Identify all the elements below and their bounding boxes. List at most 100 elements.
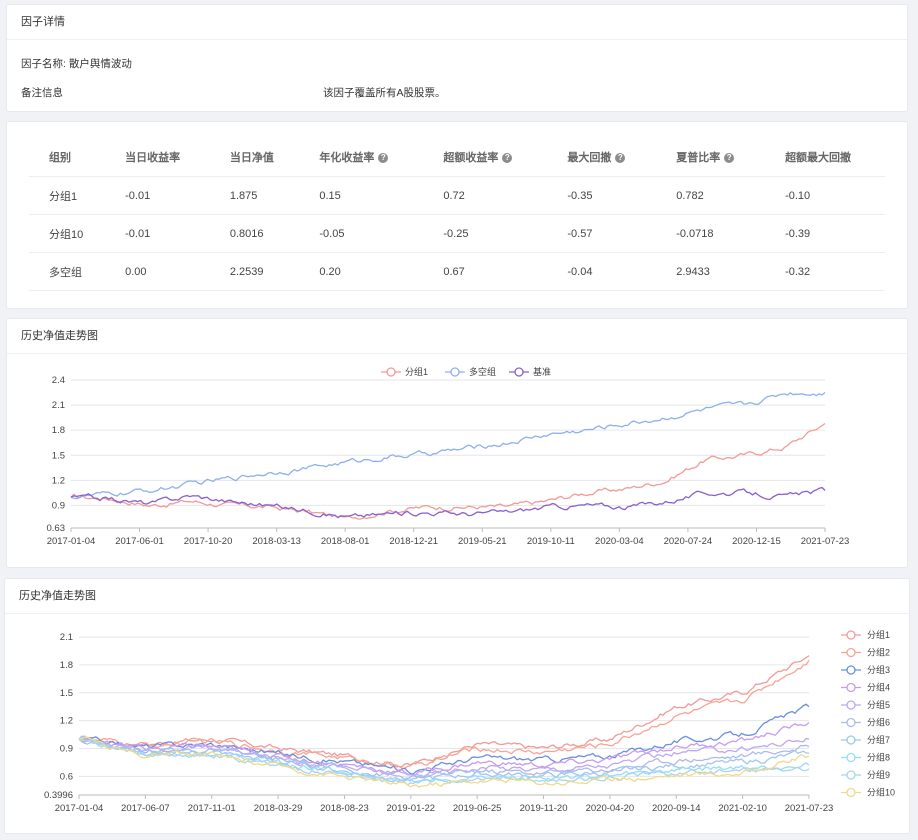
legend-label: 分组8 <box>867 752 890 763</box>
help-icon[interactable]: ? <box>615 153 626 163</box>
legend-item[interactable]: 分组1 <box>841 629 890 640</box>
legend-item[interactable]: 分组8 <box>841 752 890 763</box>
table-cell: -0.01 <box>105 214 210 253</box>
legend-label: 分组2 <box>867 647 890 658</box>
column-header-label: 年化收益率 <box>319 152 375 164</box>
x-tick-label: 2020-09-14 <box>652 803 701 814</box>
legend-label: 分组1 <box>405 366 428 377</box>
y-tick-label: 1.8 <box>52 425 65 436</box>
legend-label: 分组5 <box>867 699 890 710</box>
y-tick-label: 2.1 <box>52 400 65 411</box>
y-tick-label: 1.5 <box>52 450 65 461</box>
table-cell: 0.8016 <box>209 214 300 253</box>
table-cell: 0.00 <box>105 252 210 291</box>
table-cell: -0.32 <box>765 252 885 291</box>
legend-item[interactable]: 分组7 <box>841 734 890 745</box>
x-tick-label: 2018-12-21 <box>389 536 438 547</box>
help-icon[interactable]: ? <box>502 153 513 163</box>
x-tick-label: 2019-10-11 <box>527 536 575 547</box>
table-cell: 多空组 <box>29 252 106 291</box>
table-cell: -0.10 <box>765 176 885 215</box>
legend-label: 多空组 <box>469 366 496 377</box>
column-header-label: 组别 <box>49 152 71 164</box>
x-tick-label: 2018-08-23 <box>320 803 369 814</box>
column-header: 最大回撤? <box>547 138 657 177</box>
y-tick-label: 1.8 <box>60 660 73 671</box>
x-tick-label: 2020-04-20 <box>586 803 635 814</box>
table-cell: 0.72 <box>423 176 548 215</box>
column-header: 超额最大回撤 <box>765 138 885 177</box>
y-tick-label: 1.2 <box>60 716 73 727</box>
legend-label: 分组10 <box>867 787 895 798</box>
table-cell: -0.35 <box>547 176 657 215</box>
table-cell: -0.04 <box>547 252 657 291</box>
legend-item[interactable]: 分组3 <box>841 664 890 675</box>
column-header-label: 超额最大回撤 <box>785 152 852 164</box>
x-tick-label: 2018-03-29 <box>254 803 303 814</box>
x-tick-label: 2019-06-25 <box>453 803 502 814</box>
column-header: 当日收益率 <box>105 138 210 177</box>
x-tick-label: 2019-11-20 <box>520 803 568 814</box>
x-tick-label: 2021-07-23 <box>801 536 850 547</box>
legend-item[interactable]: 多空组 <box>445 366 496 377</box>
factor-name-label: 因子名称: <box>21 58 66 70</box>
x-tick-label: 2021-07-23 <box>785 803 834 814</box>
table-cell: 分组10 <box>29 214 106 253</box>
table-cell: -0.57 <box>547 214 657 253</box>
table-row: 分组10 -0.01 0.8016 -0.05 -0.25 -0.57 -0.0718 -0.… <box>29 214 885 253</box>
x-tick-label: 2017-01-04 <box>47 536 96 547</box>
column-header: 年化收益率? <box>299 138 424 177</box>
legend-label: 分组7 <box>867 734 890 745</box>
x-tick-label: 2021-02-10 <box>718 803 767 814</box>
table-cell: 0.782 <box>656 176 766 215</box>
table-cell: 0.20 <box>299 252 424 291</box>
column-header: 组别 <box>29 138 106 177</box>
x-tick-label: 2019-01-22 <box>387 803 436 814</box>
table-cell: -0.01 <box>105 176 210 215</box>
x-tick-label: 2019-05-21 <box>458 536 507 547</box>
legend-label: 分组9 <box>867 769 890 780</box>
details-header: 因子详情 <box>7 5 907 40</box>
legend-label: 分组3 <box>867 664 890 675</box>
table-cell: 分组1 <box>29 176 106 215</box>
factor-name-value: 散户舆情波动 <box>68 58 132 70</box>
legend-item[interactable]: 分组10 <box>841 787 895 798</box>
x-tick-label: 2017-01-04 <box>55 803 104 814</box>
help-icon[interactable]: ? <box>724 153 735 163</box>
nav-chart-1: 2.4 2.1 1.8 1.5 1.2 0.9 0.63 2017-01-04 2017-06-… <box>47 366 850 547</box>
table-row: 分组1 -0.01 1.875 0.15 0.72 -0.35 0.782 -0.10 <box>29 176 885 215</box>
legend-item[interactable]: 分组5 <box>841 699 890 710</box>
legend-item[interactable]: 分组1 <box>381 366 428 377</box>
factor-name-row: 因子名称: 散户舆情波动 <box>21 56 132 71</box>
factor-details-card: 因子详情 因子名称: 散户舆情波动 备注信息 该因子覆盖所有A股股票。 <box>6 4 908 112</box>
x-tick-label: 2018-03-13 <box>252 536 301 547</box>
legend-item[interactable]: 分组6 <box>841 717 890 728</box>
series-line <box>70 391 826 500</box>
legend-item[interactable]: 分组2 <box>841 647 890 658</box>
column-header-label: 超额收益率 <box>443 152 499 164</box>
group-stats-card: 组别 当日收益率 当日净值 年化收益率? 超额收益率? 最大回撤? 夏普比率? 超额最大回撤 … <box>6 121 908 309</box>
y-tick-label: 0.9 <box>52 500 65 511</box>
y-tick-label: 2.1 <box>60 632 73 643</box>
column-header-label: 当日净值 <box>229 152 274 164</box>
column-header: 当日净值 <box>209 138 300 177</box>
x-tick-label: 2018-08-01 <box>321 536 370 547</box>
x-tick-label: 2017-06-01 <box>115 536 164 547</box>
y-tick-label: 0.63 <box>47 523 66 534</box>
table-cell: -0.05 <box>299 214 424 253</box>
help-icon[interactable]: ? <box>378 153 389 163</box>
legend-item[interactable]: 分组9 <box>841 769 890 780</box>
column-header: 夏普比率? <box>656 138 766 177</box>
legend-item[interactable]: 基准 <box>509 366 551 377</box>
y-tick-label: 0.6 <box>60 771 73 782</box>
column-header: 超额收益率? <box>423 138 548 177</box>
table-cell: 1.875 <box>209 176 300 215</box>
legend-item[interactable]: 分组4 <box>841 682 890 693</box>
table-cell: 0.15 <box>299 176 424 215</box>
note-label: 备注信息 <box>21 87 63 99</box>
x-tick-label: 2020-07-24 <box>664 536 713 547</box>
table-row: 多空组 0.00 2.2539 0.20 0.67 -0.04 2.9433 -0.32 <box>29 252 885 291</box>
y-tick-label: 2.4 <box>52 375 65 386</box>
legend-label: 基准 <box>533 366 551 377</box>
table-cell: -0.39 <box>765 214 885 253</box>
